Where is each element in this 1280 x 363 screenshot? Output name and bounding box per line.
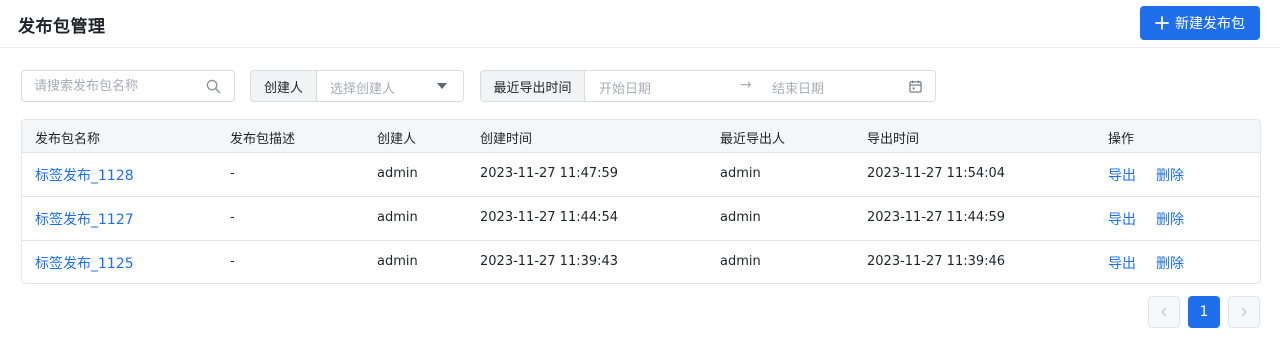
package-created-at: 2023-11-27 11:47:59 <box>480 166 619 181</box>
chevron-right-icon <box>1241 307 1247 317</box>
package-exported-at: 2023-11-27 11:44:59 <box>867 210 1006 225</box>
search-icon[interactable] <box>206 79 221 94</box>
pagination-next-button[interactable] <box>1228 296 1260 328</box>
column-header-actions: 操作 <box>1108 132 1135 147</box>
page-title: 发布包管理 <box>18 17 106 37</box>
pagination-prev-button[interactable] <box>1148 296 1180 328</box>
package-table: 发布包名称 发布包描述 创建人 创建时间 最近导出人 导出时间 操作 标签发布_… <box>21 119 1261 284</box>
package-last-exporter: admin <box>720 166 761 181</box>
page-header: 发布包管理 新建发布包 <box>0 0 1280 48</box>
package-created-at: 2023-11-27 11:44:54 <box>480 210 619 225</box>
new-package-button-label: 新建发布包 <box>1175 16 1245 32</box>
package-description: - <box>230 166 235 181</box>
start-date-input[interactable]: 开始日期 <box>599 78 651 97</box>
column-header-creator: 创建人 <box>377 132 417 147</box>
chevron-left-icon <box>1161 307 1167 317</box>
package-created-at: 2023-11-27 11:39:43 <box>480 254 619 269</box>
table-row: 标签发布_1125 - admin 2023-11-27 11:39:43 ad… <box>22 241 1260 283</box>
search-field[interactable] <box>21 70 235 102</box>
export-action-link[interactable]: 导出 <box>1108 253 1136 273</box>
export-action-link[interactable]: 导出 <box>1108 209 1136 229</box>
package-exported-at: 2023-11-27 11:39:46 <box>867 254 1006 269</box>
arrow-right-icon: → <box>740 77 752 93</box>
package-name-link[interactable]: 标签发布_1128 <box>35 165 134 185</box>
column-header-created-at: 创建时间 <box>480 132 533 147</box>
delete-action-link[interactable]: 删除 <box>1156 253 1184 273</box>
column-header-exported-at: 导出时间 <box>867 132 920 147</box>
delete-action-link[interactable]: 删除 <box>1156 209 1184 229</box>
table-row: 标签发布_1127 - admin 2023-11-27 11:44:54 ad… <box>22 197 1260 241</box>
package-last-exporter: admin <box>720 210 761 225</box>
package-name-link[interactable]: 标签发布_1125 <box>35 253 134 273</box>
plus-icon <box>1155 16 1169 30</box>
new-package-button[interactable]: 新建发布包 <box>1140 6 1260 40</box>
package-description: - <box>230 254 235 269</box>
package-creator: admin <box>377 210 418 225</box>
column-header-last-exporter: 最近导出人 <box>720 132 786 147</box>
column-header-description: 发布包描述 <box>230 132 296 147</box>
package-last-exporter: admin <box>720 254 761 269</box>
package-name-link[interactable]: 标签发布_1127 <box>35 209 134 229</box>
export-action-link[interactable]: 导出 <box>1108 165 1136 185</box>
pagination-page-button[interactable]: 1 <box>1188 296 1220 328</box>
search-input[interactable] <box>34 77 199 95</box>
package-creator: admin <box>377 254 418 269</box>
creator-select-placeholder[interactable]: 选择创建人 <box>330 78 395 97</box>
package-exported-at: 2023-11-27 11:54:04 <box>867 166 1006 181</box>
table-row: 标签发布_1128 - admin 2023-11-27 11:47:59 ad… <box>22 153 1260 197</box>
creator-filter-label: 创建人 <box>251 71 317 101</box>
package-creator: admin <box>377 166 418 181</box>
caret-down-icon[interactable] <box>437 83 447 89</box>
end-date-input[interactable]: 结束日期 <box>772 78 824 97</box>
package-description: - <box>230 210 235 225</box>
table-header: 发布包名称 发布包描述 创建人 创建时间 最近导出人 导出时间 操作 <box>22 120 1260 153</box>
export-date-filter: 最近导出时间 开始日期 → 结束日期 <box>480 70 936 102</box>
column-header-name: 发布包名称 <box>35 132 101 147</box>
date-filter-label: 最近导出时间 <box>481 71 585 101</box>
creator-filter: 创建人 选择创建人 <box>250 70 464 102</box>
calendar-icon[interactable] <box>909 80 922 93</box>
delete-action-link[interactable]: 删除 <box>1156 165 1184 185</box>
